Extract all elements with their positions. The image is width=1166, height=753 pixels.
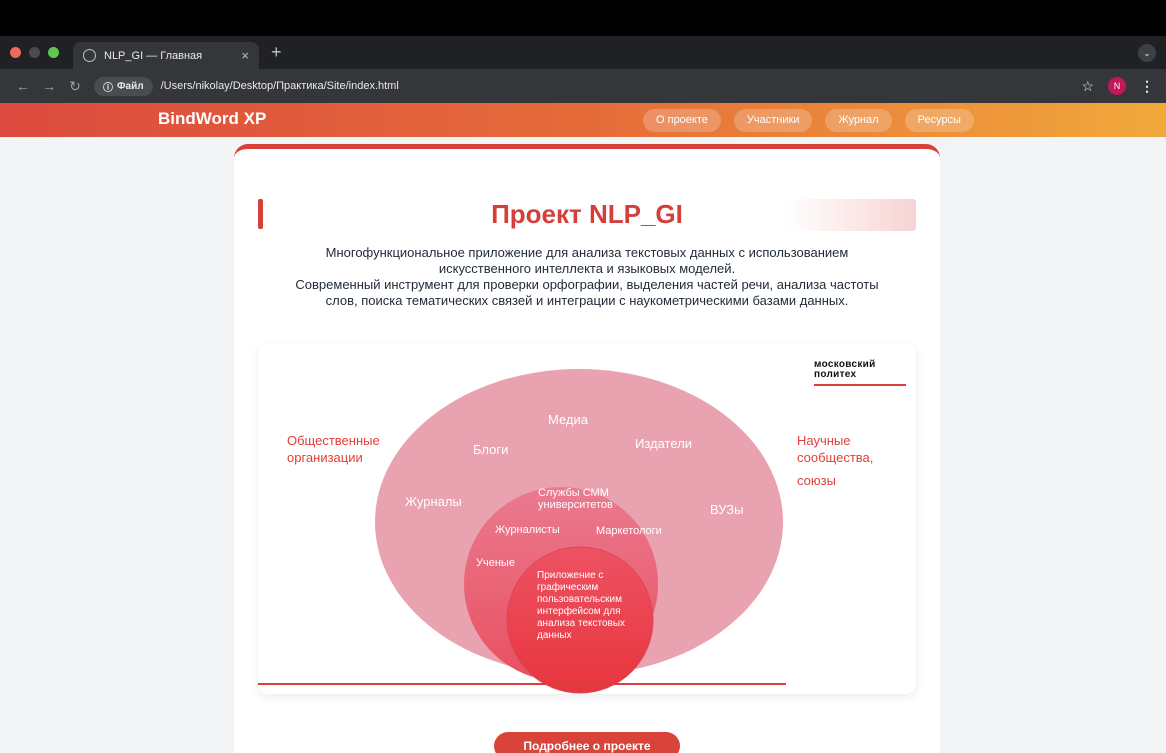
profile-avatar[interactable]: N [1108,77,1126,95]
forward-arrow-icon[interactable]: → [36,78,62,94]
label-app-description: Приложение с графическим пользовательски… [537,570,625,642]
label-line: Приложение с [537,570,604,581]
tab-close-icon[interactable]: × [241,48,249,63]
label-scientists: Ученые [476,557,515,569]
label-line: Службы СММ [538,487,609,499]
page-viewport: BindWord XP О проекте Участники Журнал Р… [0,103,1166,753]
browser-tab[interactable]: NLP_GI — Главная × [73,42,259,69]
label-publishers: Издатели [635,436,693,451]
label-media: Медиа [548,412,588,427]
label-line: анализа текстовых [537,618,626,629]
back-arrow-icon[interactable]: ← [10,78,36,94]
label-marketers: Маркетологи [596,525,662,537]
nav-about[interactable]: О проекте [643,109,721,132]
intro-line: Многофункциональное приложение для анали… [325,245,849,260]
label-line: данных [537,630,572,641]
nav-journal[interactable]: Журнал [825,109,892,132]
site-info-chip[interactable]: ⓘ Файл [94,76,153,96]
toolbar-right: ☆ N ⋮ [1081,77,1154,95]
window-controls [10,47,59,58]
intro-line: Современный инструмент для проверки орфо… [295,277,879,292]
browser-tab-strip: NLP_GI — Главная × + ⌄ [0,36,1166,69]
menu-dots-icon[interactable]: ⋮ [1140,78,1154,95]
site-nav: О проекте Участники Журнал Ресурсы [643,109,974,132]
label-line: графическим [537,582,599,593]
label-smm-services: Службы СММ университетов [538,487,613,511]
bookmark-star-icon[interactable]: ☆ [1081,78,1094,95]
nav-resources[interactable]: Ресурсы [904,109,974,132]
site-logo[interactable]: BindWord XP [158,109,266,129]
globe-icon [83,49,96,62]
more-about-project-button[interactable]: Подробнее о проекте [494,732,680,753]
stakeholder-diagram: московский политех Общественные организа… [258,344,916,694]
logo-line: политех [814,369,857,380]
label-public-orgs: Общественные организации [287,432,380,466]
label-journals: Журналы [405,494,462,509]
omnibox[interactable]: ⓘ Файл /Users/nikolay/Desktop/Практика/S… [94,74,399,98]
label-line: интерфейсом для [537,606,621,617]
label-line: сообщества, [797,450,874,465]
nav-participants[interactable]: Участники [733,109,813,132]
label-line: Общественные [287,433,380,448]
intro-line: слов, поиска тематических связей и интег… [325,293,849,308]
moscow-polytech-logo: московский политех [814,360,906,386]
label-line: союзы [797,473,836,488]
file-label: Файл [117,80,144,92]
project-description: Многофункциональное приложение для анали… [254,245,920,309]
label-line: пользовательским [537,594,622,605]
minimize-window-button[interactable] [29,47,40,58]
intro-line: искусственного интеллекта и языковых мод… [438,261,736,276]
label-line: организации [287,450,363,465]
screen-top-bar [0,0,1166,36]
tab-title: NLP_GI — Главная [104,49,203,62]
label-journalists: Журналисты [495,524,560,536]
project-card: Проект NLP_GI Многофункциональное прилож… [234,144,940,753]
new-tab-button[interactable]: + [271,42,282,63]
tab-search-button[interactable]: ⌄ [1138,44,1156,62]
address-bar-row: ← → ↻ ⓘ Файл /Users/nikolay/Desktop/Прак… [0,69,1166,103]
label-line: университетов [538,499,613,511]
url-text[interactable]: /Users/nikolay/Desktop/Практика/Site/ind… [161,80,399,92]
site-header: BindWord XP О проекте Участники Журнал Р… [0,103,1166,137]
reload-icon[interactable]: ↻ [62,78,88,95]
info-icon: ⓘ [103,82,113,94]
maximize-window-button[interactable] [48,47,59,58]
label-line: Научные [797,433,851,448]
page-title: Проект NLP_GI [491,199,683,229]
close-window-button[interactable] [10,47,21,58]
label-science-communities: Научные сообщества, союзы [797,432,873,489]
label-blogs: Блоги [473,442,509,457]
label-universities: ВУЗы [710,502,744,517]
